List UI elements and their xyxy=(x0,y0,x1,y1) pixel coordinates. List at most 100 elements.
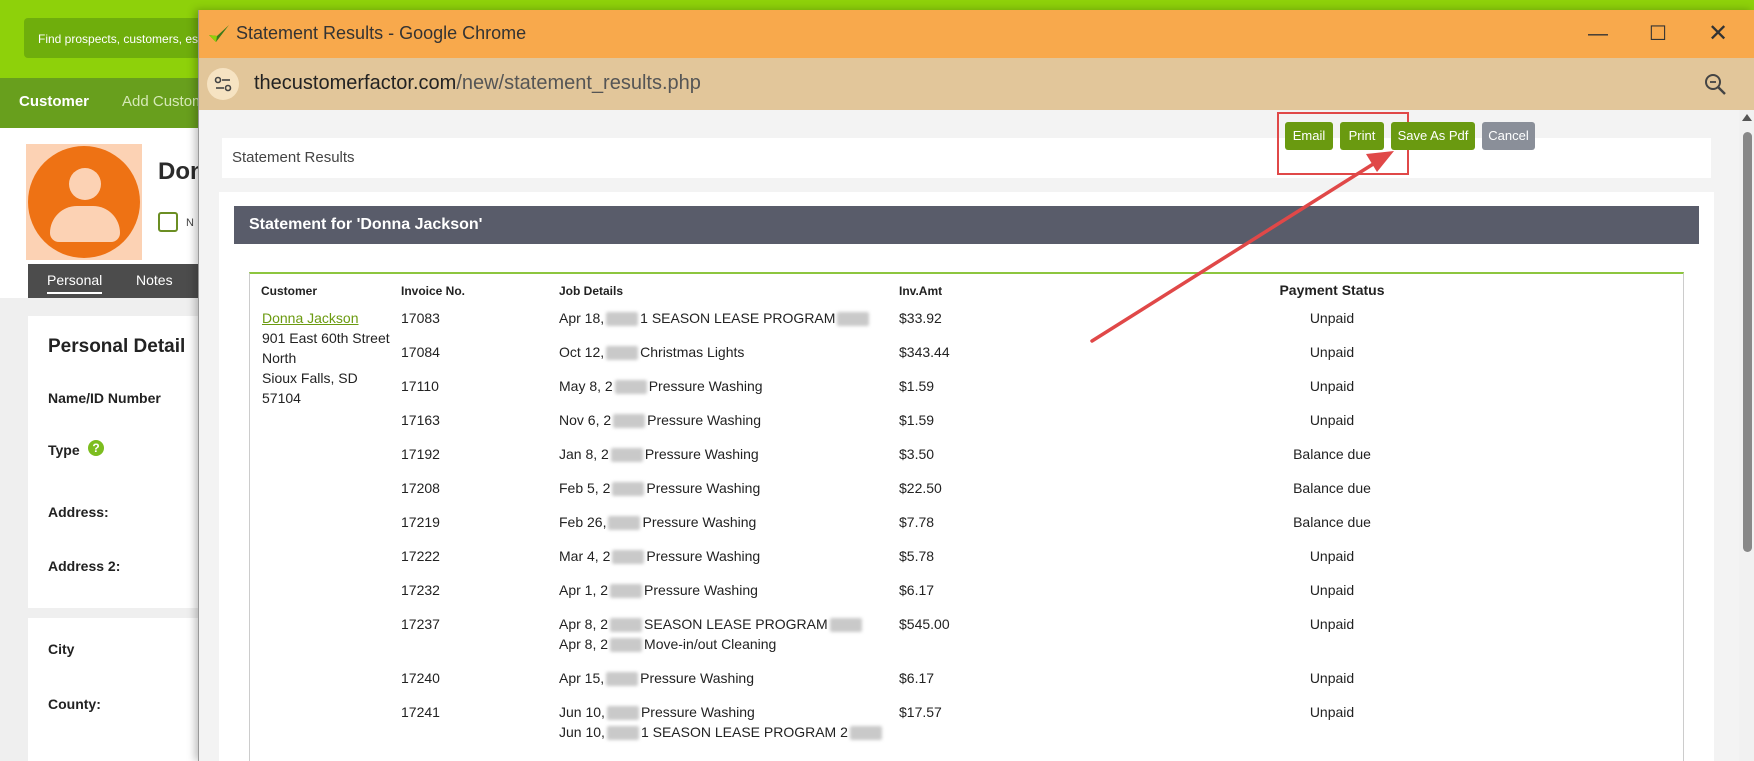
checkbox-label: N xyxy=(186,217,194,229)
label-type: Type xyxy=(48,442,80,458)
table-row: 17163 Nov 6, 2 Pressure Washing $1.59 Unp… xyxy=(250,412,1685,444)
results-title: Statement Results xyxy=(232,149,355,166)
profile-checkbox[interactable] xyxy=(158,212,178,232)
payment-status: Unpaid xyxy=(1309,378,1355,394)
job-details: Apr 1, 2 Pressure Washing xyxy=(559,582,758,599)
cancel-button[interactable]: Cancel xyxy=(1482,122,1535,150)
payment-status: Balance due xyxy=(1293,446,1371,462)
inv-amount: $1.59 xyxy=(899,378,935,394)
invoice-no: 17084 xyxy=(401,344,440,360)
search-bar[interactable]: Find prospects, customers, estimates xyxy=(24,18,224,58)
table-row: 17237 Apr 8, 2 SEASON LEASE PROGRAM Apr 8… xyxy=(250,616,1685,670)
job-details-line2: Apr 8, 2 Move-in/out Cleaning xyxy=(559,636,777,653)
job-details: Oct 12, Christmas Lights xyxy=(559,344,745,361)
redacted-text xyxy=(837,312,870,327)
redacted-text xyxy=(606,672,639,687)
table-row: 17222 Mar 4, 2 Pressure Washing $5.78 Unp… xyxy=(250,548,1685,580)
redacted-text xyxy=(606,726,639,741)
close-icon[interactable]: ✕ xyxy=(1701,20,1735,48)
inv-amount: $3.50 xyxy=(899,446,935,462)
email-button[interactable]: Email xyxy=(1285,122,1333,150)
redacted-text xyxy=(829,618,862,633)
minimize-icon[interactable]: — xyxy=(1581,20,1615,48)
job-date: Jun 10, xyxy=(559,724,605,740)
avatar-head xyxy=(69,168,101,200)
nav-add-customer[interactable]: Add Custom xyxy=(122,93,205,110)
job-details-line2: Jun 10, 1 SEASON LEASE PROGRAM 2 xyxy=(559,724,884,741)
col-inv-amt: Inv.Amt xyxy=(899,284,943,298)
maximize-icon[interactable]: ☐ xyxy=(1641,20,1675,48)
job-desc: Pressure Washing xyxy=(640,704,755,720)
redacted-text xyxy=(606,706,639,721)
table-row: 17208 Feb 5, 2 Pressure Washing $22.50 Ba… xyxy=(250,480,1685,512)
payment-status: Balance due xyxy=(1293,480,1371,496)
table-row: 17083 Apr 18, 1 SEASON LEASE PROGRAM $33.… xyxy=(250,310,1685,342)
payment-status: Unpaid xyxy=(1309,616,1355,632)
scroll-up-arrow-icon[interactable] xyxy=(1742,114,1752,121)
invoice-no: 17083 xyxy=(401,310,440,326)
invoice-no: 17240 xyxy=(401,670,440,686)
job-desc: Christmas Lights xyxy=(640,344,745,360)
window-title: Statement Results - Google Chrome xyxy=(236,23,527,43)
label-county: County: xyxy=(48,696,101,712)
job-desc: Pressure Washing xyxy=(646,480,761,496)
job-desc: 1 SEASON LEASE PROGRAM xyxy=(640,310,836,326)
url-host: thecustomerfactor.com xyxy=(254,72,457,94)
vertical-scrollbar[interactable] xyxy=(1739,110,1754,761)
job-details: Feb 26, Pressure Washing xyxy=(559,514,757,531)
invoice-no: 17222 xyxy=(401,548,440,564)
help-icon[interactable]: ? xyxy=(88,440,104,456)
location-panel xyxy=(28,618,200,761)
payment-status: Unpaid xyxy=(1309,412,1355,428)
invoice-no: 17241 xyxy=(401,704,440,720)
job-date: Feb 5, 2 xyxy=(559,480,611,496)
job-details: Jan 8, 2 Pressure Washing xyxy=(559,446,759,463)
job-details: Mar 4, 2 Pressure Washing xyxy=(559,548,760,565)
avatar-body xyxy=(50,206,120,242)
label-name-id: Name/ID Number xyxy=(48,390,161,406)
job-desc: Pressure Washing xyxy=(647,412,761,428)
panel-title: Personal Detail xyxy=(48,336,186,357)
job-date: Feb 26, xyxy=(559,514,607,530)
tab-notes[interactable]: Notes xyxy=(136,272,173,288)
redacted-text xyxy=(610,584,643,599)
redacted-text xyxy=(613,414,646,429)
redacted-text xyxy=(606,312,639,327)
chrome-popup-window: Statement Results - Google Chrome — ☐ ✕ … xyxy=(198,10,1754,761)
zoom-icon[interactable] xyxy=(1701,70,1729,98)
job-details: Feb 5, 2 Pressure Washing xyxy=(559,480,761,497)
job-details: Nov 6, 2 Pressure Washing xyxy=(559,412,761,429)
inv-amount: $1.59 xyxy=(899,412,935,428)
url-path: /new/statement_results.php xyxy=(456,72,701,94)
site-settings-icon[interactable] xyxy=(207,68,239,100)
job-date: Apr 15, xyxy=(559,670,605,686)
inv-amount: $6.17 xyxy=(899,582,935,598)
scrollbar-thumb[interactable] xyxy=(1743,132,1752,552)
job-desc: Pressure Washing xyxy=(640,670,754,686)
job-date: Apr 1, 2 xyxy=(559,582,609,598)
job-desc: Pressure Washing xyxy=(642,514,757,530)
label-address: Address: xyxy=(48,504,109,520)
job-desc: Pressure Washing xyxy=(644,582,758,598)
profile-subtabs: Personal Notes xyxy=(28,264,200,298)
job-date: Apr 18, xyxy=(559,310,605,326)
job-details: May 8, 2 Pressure Washing xyxy=(559,378,763,395)
print-button[interactable]: Print xyxy=(1340,122,1384,150)
window-titlebar: Statement Results - Google Chrome — ☐ ✕ xyxy=(199,10,1754,58)
avatar xyxy=(28,146,140,258)
label-address2: Address 2: xyxy=(48,558,121,574)
payment-status: Unpaid xyxy=(1309,704,1355,720)
tab-personal[interactable]: Personal xyxy=(47,272,103,294)
nav-customer[interactable]: Customer xyxy=(19,93,89,110)
job-details: Apr 8, 2 SEASON LEASE PROGRAM xyxy=(559,616,864,633)
inv-amount: $7.78 xyxy=(899,514,935,530)
inv-amount: $6.17 xyxy=(899,670,935,686)
url-text[interactable]: thecustomerfactor.com/new/statement_resu… xyxy=(254,72,701,95)
job-date: May 8, 2 xyxy=(559,378,613,394)
redacted-text xyxy=(610,618,643,633)
invoice-no: 17110 xyxy=(401,378,439,394)
save-pdf-button[interactable]: Save As Pdf xyxy=(1391,122,1475,150)
job-desc: Move-in/out Cleaning xyxy=(644,636,777,652)
col-invoice: Invoice No. xyxy=(401,284,466,298)
table-row: 17240 Apr 15, Pressure Washing $6.17 Unpa… xyxy=(250,670,1685,702)
